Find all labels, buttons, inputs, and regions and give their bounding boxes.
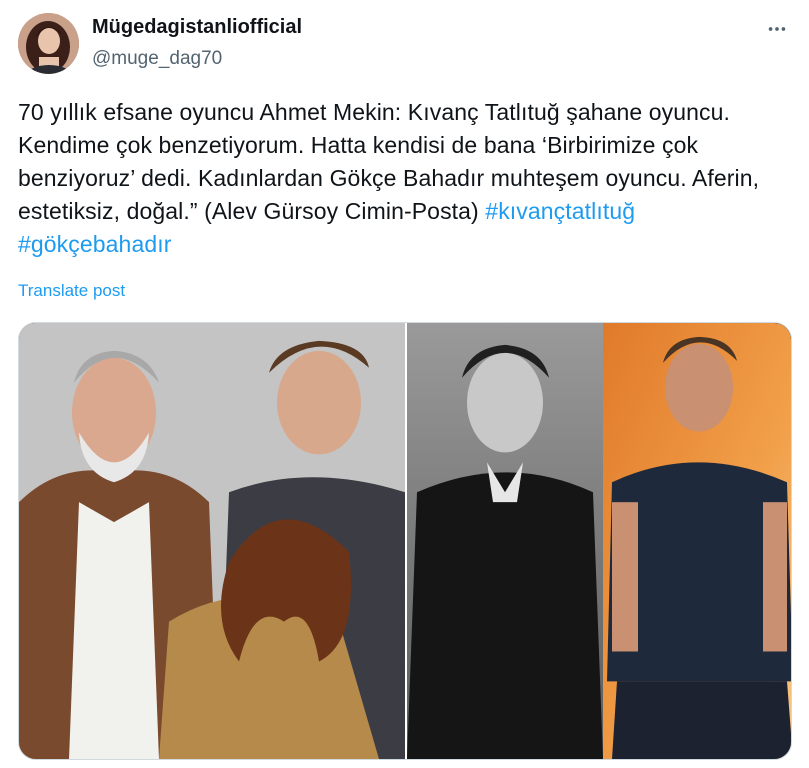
translate-post-link[interactable]: Translate post [18,281,125,301]
tweet-body: 70 yıllık efsane oyuncu Ahmet Mekin: Kıv… [18,99,760,224]
photo-collage-left [19,323,405,759]
more-horizontal-icon [768,27,786,31]
media-photo-left[interactable] [19,323,405,759]
tweet-text: 70 yıllık efsane oyuncu Ahmet Mekin: Kıv… [18,96,778,261]
user-handle[interactable]: @muge_dag70 [92,48,222,70]
hashtag-link[interactable]: #kıvançtatlıtuğ [485,198,635,224]
avatar[interactable] [18,13,79,74]
post-media[interactable] [18,322,792,760]
photo-collage-right [407,323,791,759]
display-name[interactable]: Mügedagistanliofficial [92,16,302,39]
hashtag-link[interactable]: #gökçebahadır [18,231,171,257]
more-button[interactable] [760,14,794,44]
media-photo-right[interactable] [407,323,791,759]
avatar-image [18,13,79,74]
